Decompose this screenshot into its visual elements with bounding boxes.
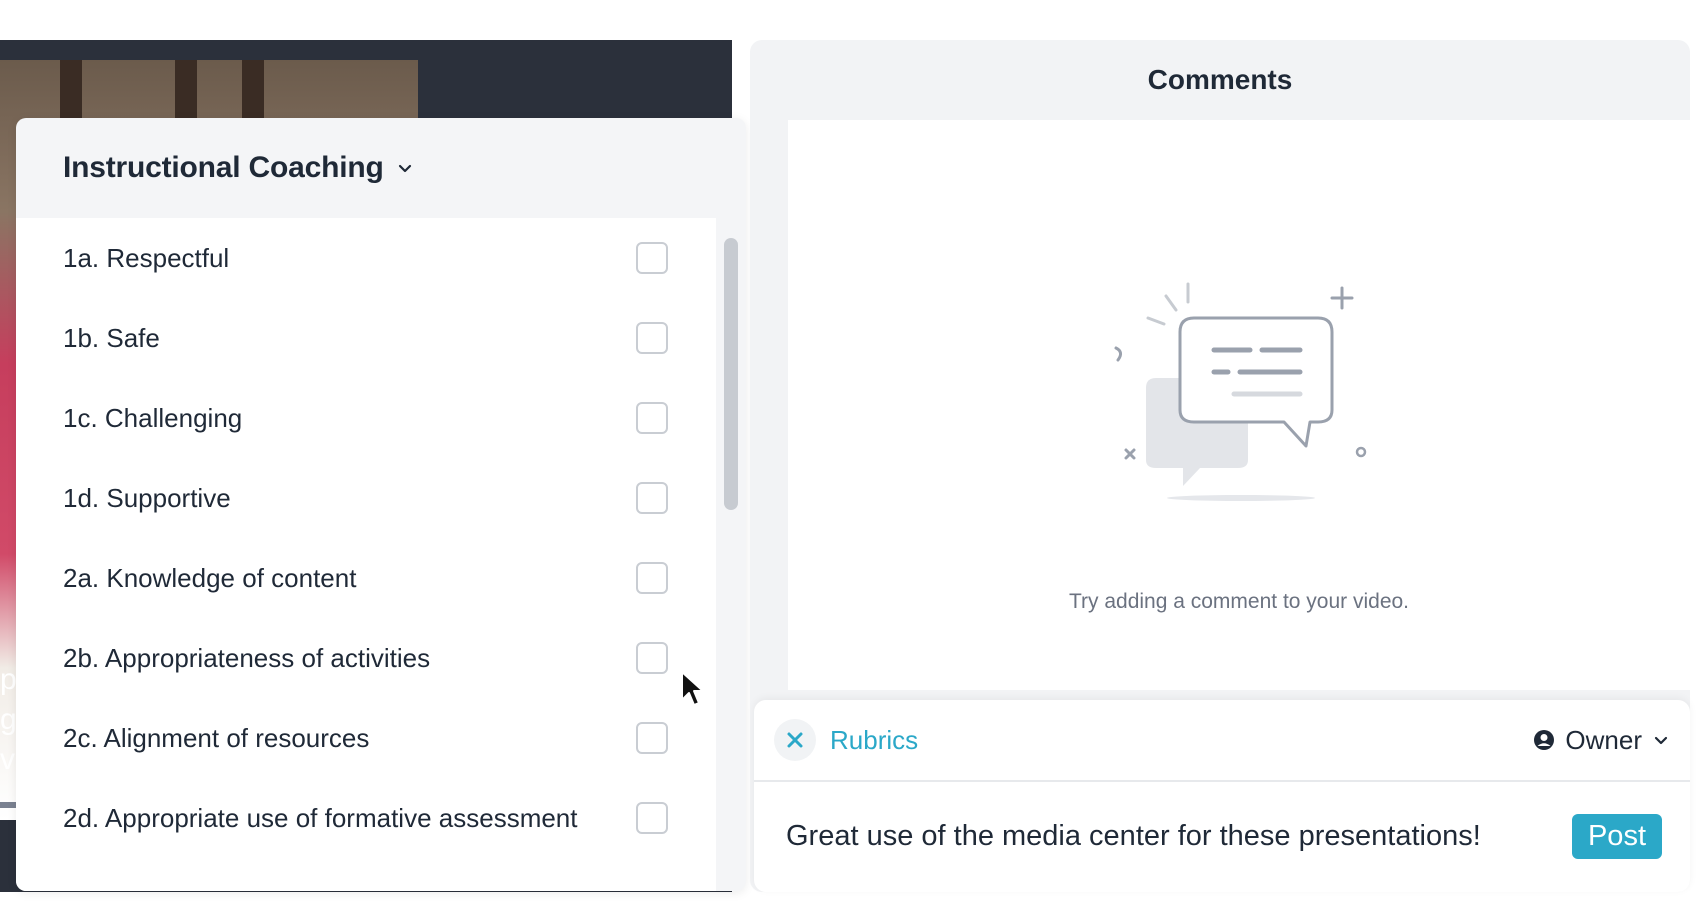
rubric-checkbox[interactable] (636, 402, 668, 434)
composer-toolbar: Rubrics Owner (754, 700, 1690, 782)
rubric-title: Instructional Coaching (63, 151, 384, 184)
rubric-checkbox[interactable] (636, 642, 668, 674)
rubric-item-label: 1b. Safe (63, 322, 160, 353)
chevron-down-icon (1654, 736, 1668, 745)
chat-bubbles-icon (1114, 282, 1367, 501)
rubric-checkbox[interactable] (636, 802, 668, 834)
rubric-checkbox[interactable] (636, 322, 668, 354)
empty-state-text: Try adding a comment to your video. (1068, 590, 1410, 613)
rubric-checkbox[interactable] (636, 562, 668, 594)
rubric-item-label: 2d. Appropriate use of formative assessm… (63, 802, 578, 833)
rubric-item[interactable]: 1a. Respectful (16, 218, 716, 298)
rubric-item-label: 1a. Respectful (63, 242, 230, 273)
rubric-scrollbar-thumb[interactable] (724, 238, 738, 510)
mouse-cursor-icon (681, 671, 704, 706)
rubric-item-label: 2b. Appropriateness of activities (63, 642, 431, 673)
comment-input[interactable]: Great use of the media center for these … (786, 820, 1572, 853)
app-stage: p g v Instructional Coaching 1a. Respect… (0, 0, 1700, 912)
rubric-item[interactable]: 2a. Knowledge of content (16, 538, 716, 618)
comments-title: Comments (1147, 64, 1293, 95)
rubric-dropdown[interactable]: Instructional Coaching (16, 118, 746, 218)
rubric-item[interactable]: 2d. Appropriate use of formative assessm… (16, 778, 716, 858)
comment-composer: Rubrics Owner Great use of the media cen… (754, 700, 1690, 892)
user-circle-icon (1534, 730, 1555, 750)
rubric-item-label: 2a. Knowledge of content (63, 562, 357, 593)
rubric-panel: Instructional Coaching 1a. Respectful 1b… (16, 118, 746, 891)
close-icon (787, 732, 803, 748)
rubric-checkbox[interactable] (636, 482, 668, 514)
rubric-item[interactable]: 1b. Safe (16, 298, 716, 378)
comments-header: Comments (750, 40, 1690, 120)
rubric-item[interactable]: 2c. Alignment of resources (16, 698, 716, 778)
rubrics-tag[interactable]: Rubrics (830, 725, 918, 756)
rubric-scrollbar[interactable] (716, 218, 746, 891)
visibility-dropdown[interactable]: Owner (1533, 725, 1670, 756)
rubric-item[interactable]: 2b. Appropriateness of activities (16, 618, 716, 698)
chevron-down-icon (398, 164, 411, 173)
rubric-checkbox[interactable] (636, 722, 668, 754)
visibility-label: Owner (1565, 724, 1642, 755)
rubric-item-label: 2c. Alignment of resources (63, 722, 370, 753)
rubric-item[interactable]: 1c. Challenging (16, 378, 716, 458)
rubric-item-label: 1d. Supportive (63, 482, 231, 513)
video-caption: p g v (0, 663, 17, 776)
rubric-item[interactable]: 1d. Supportive (16, 458, 716, 538)
post-button[interactable]: Post (1571, 813, 1662, 859)
remove-tag-button[interactable] (774, 719, 816, 761)
rubric-list: 1a. Respectful 1b. Safe 1c. Challenging … (16, 218, 716, 891)
composer-input-row: Great use of the media center for these … (754, 782, 1690, 890)
rubric-item-label: 1c. Challenging (63, 402, 243, 433)
comments-panel: Comments Try adding a comment to your vi… (750, 40, 1690, 892)
comments-empty-state: Try adding a comment to your video. (788, 120, 1690, 690)
rubric-checkbox[interactable] (636, 242, 668, 274)
